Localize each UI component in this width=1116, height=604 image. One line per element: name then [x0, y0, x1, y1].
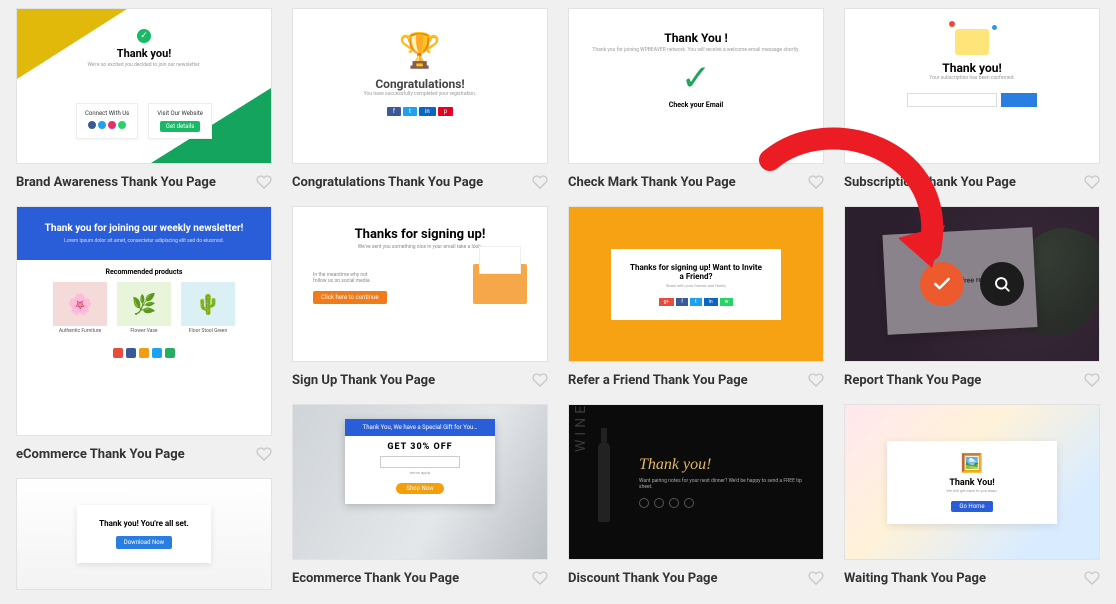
heart-icon[interactable] [1084, 372, 1100, 388]
heart-icon[interactable] [808, 372, 824, 388]
template-grid: ✓ Thank you! We're so excited you decide… [0, 0, 1116, 604]
template-title: Report Thank You Page [844, 373, 981, 388]
heart-icon[interactable] [256, 446, 272, 462]
template-title: eCommerce Thank You Page [16, 447, 185, 462]
template-title: Waiting Thank You Page [844, 571, 986, 586]
heart-icon[interactable] [808, 174, 824, 190]
trophy-icon: 🏆 [293, 31, 547, 71]
heart-icon[interactable] [532, 570, 548, 586]
template-card-report[interactable]: Here's your free report [844, 206, 1100, 362]
template-card-sign-up[interactable]: Thanks for signing up! We've sent you so… [292, 206, 548, 362]
template-card-ecommerce-2[interactable]: Thank You, We have a Special Gift for Yo… [292, 404, 548, 560]
template-card-waiting[interactable]: 🖼️ Thank You! We will get back to you as… [844, 404, 1100, 560]
template-title: Congratulations Thank You Page [292, 175, 483, 190]
heart-icon[interactable] [1084, 570, 1100, 586]
heart-icon[interactable] [1084, 174, 1100, 190]
select-template-button[interactable] [920, 262, 964, 306]
template-title: Discount Thank You Page [568, 571, 718, 586]
envelope-icon [955, 29, 989, 55]
check-icon [932, 274, 952, 294]
heart-icon[interactable] [532, 174, 548, 190]
template-title: Ecommerce Thank You Page [292, 571, 459, 586]
heart-icon[interactable] [808, 570, 824, 586]
check-circle-icon: ✓ [137, 29, 151, 43]
template-card-refer[interactable]: Thanks for signing up! Want to Invite a … [568, 206, 824, 362]
preview-template-button[interactable] [980, 262, 1024, 306]
template-card-check-mark[interactable]: Thank You ! Thank you for joining WPBEAV… [568, 8, 824, 164]
template-title: Subscription Thank You Page [844, 175, 1016, 190]
heart-icon[interactable] [532, 372, 548, 388]
envelope-icon [473, 264, 527, 304]
template-title: Sign Up Thank You Page [292, 373, 435, 388]
template-card-ecommerce[interactable]: Thank you for joining our weekly newslet… [16, 206, 272, 436]
heart-icon[interactable] [256, 174, 272, 190]
template-card-brand-awareness[interactable]: ✓ Thank you! We're so excited you decide… [16, 8, 272, 164]
check-icon: ✓ [569, 57, 823, 99]
template-title: Brand Awareness Thank You Page [16, 175, 216, 190]
magnifier-icon [993, 275, 1011, 293]
template-title: Check Mark Thank You Page [568, 175, 736, 190]
template-title: Refer a Friend Thank You Page [568, 373, 748, 388]
preview-heading: Thank you! [17, 47, 271, 60]
template-card-subscription[interactable]: Thank you! Your subscription has been co… [844, 8, 1100, 164]
template-card-allset[interactable]: Thank you! You're all set. Download Now [16, 478, 272, 590]
illustration-icon: 🖼️ [903, 453, 1041, 474]
hover-overlay [845, 207, 1099, 361]
template-card-discount[interactable]: WINE Thank you! Want pairing notes for y… [568, 404, 824, 560]
template-card-congratulations[interactable]: 🏆 Congratulations! You have successfully… [292, 8, 548, 164]
